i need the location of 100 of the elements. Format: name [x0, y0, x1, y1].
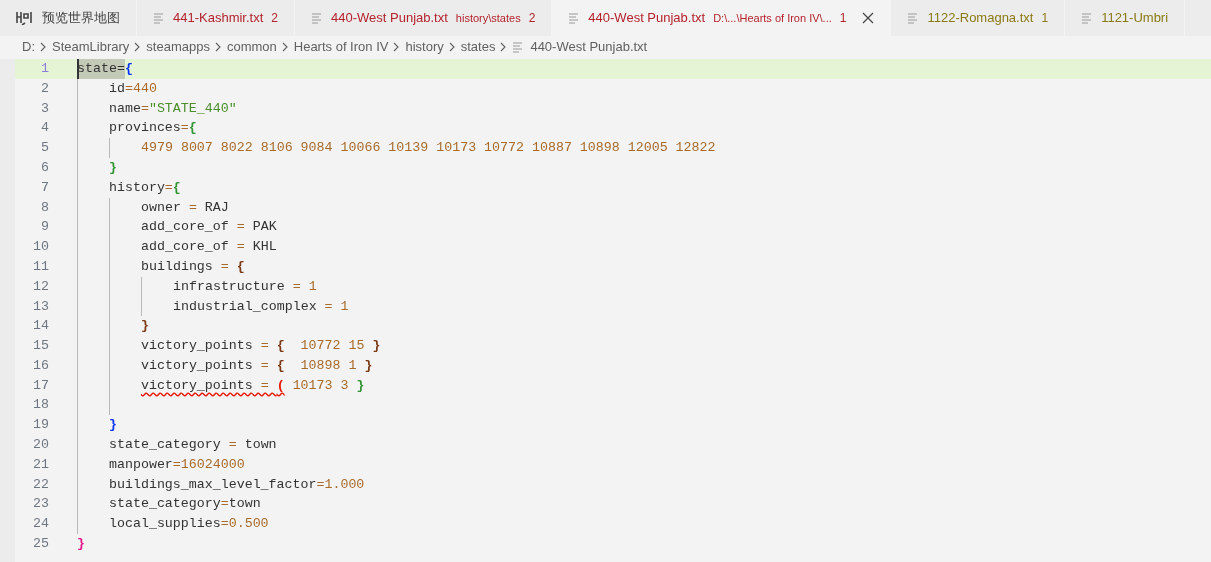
- line-number: 14: [32, 317, 49, 336]
- code-token: =: [259, 376, 270, 395]
- chevron-right-icon: [40, 42, 47, 52]
- code-token: }: [77, 535, 85, 554]
- code-token: =: [259, 337, 270, 356]
- code-token: }: [364, 356, 373, 375]
- code-token: {: [276, 356, 285, 375]
- code-token: history: [109, 178, 165, 197]
- line-number: 6: [40, 158, 49, 177]
- code-token: 16024000: [180, 455, 245, 474]
- code-token: 440: [132, 79, 157, 98]
- breadcrumb-item[interactable]: common: [226, 37, 277, 57]
- code-token: =: [124, 79, 133, 98]
- line-number: 7: [40, 178, 49, 197]
- code-token: buildings: [141, 257, 213, 276]
- code-token: victory_points: [141, 356, 253, 375]
- code-token: 10173 3: [291, 376, 350, 395]
- line-number: 21: [32, 455, 49, 474]
- breadcrumb-item[interactable]: history: [405, 37, 444, 57]
- line-number: 2: [40, 79, 49, 98]
- breadcrumb-item[interactable]: steamapps: [146, 37, 210, 57]
- line-number: 15: [32, 337, 49, 356]
- code-token: 4979 8007 8022 8106 9084 10066 10139 10173 10772 10887 10898 12005 12822: [141, 139, 716, 158]
- code-token: =: [227, 436, 238, 455]
- problem-count: 1: [839, 10, 847, 27]
- code-token: state_category: [109, 495, 221, 514]
- editor-tab[interactable]: 440-West Punjab.txt D:\...\Hearts of Iron IV\... 1: [552, 0, 892, 36]
- chevron-right-icon: [134, 42, 142, 52]
- code-token: add_core_of: [141, 238, 229, 257]
- breadcrumb-item[interactable]: states: [460, 37, 496, 57]
- breadcrumb-item[interactable]: Hearts of Iron IV: [293, 37, 389, 57]
- code-token: =: [219, 257, 230, 276]
- line-number: 19: [32, 416, 49, 435]
- code-token: state=: [77, 58, 125, 79]
- code-token: manpower: [109, 455, 173, 474]
- code-token: infrastructure: [173, 277, 285, 296]
- code-token: =: [235, 218, 246, 237]
- line-number: 13: [32, 297, 49, 316]
- close-icon[interactable]: [862, 12, 875, 24]
- line-number: 4: [40, 119, 49, 138]
- problem-count: 2: [271, 10, 278, 27]
- tab-label: 1122-Romagna.txt: [927, 9, 1034, 28]
- code-token: owner: [141, 198, 181, 217]
- problem-count: 2: [528, 10, 536, 27]
- file-lines-icon: [153, 12, 165, 24]
- chevron-right-icon: [393, 42, 401, 52]
- code-token: RAJ: [204, 198, 229, 217]
- chevron-right-icon: [500, 42, 508, 52]
- line-number: 11: [32, 257, 49, 276]
- tab-label: 441-Kashmir.txt: [173, 9, 264, 28]
- code-token: state_category: [109, 436, 221, 455]
- code-token: 10898 1: [299, 356, 358, 375]
- code-token: =: [220, 515, 229, 534]
- code-token: industrial_complex: [173, 297, 317, 316]
- indent-guide: [109, 138, 110, 158]
- code-token: victory_points: [141, 337, 253, 356]
- line-number: 16: [32, 356, 49, 375]
- code-token: =: [220, 495, 229, 514]
- code-token: =: [291, 277, 302, 296]
- code-token: {: [188, 119, 197, 138]
- code-token: 0.500: [228, 515, 269, 534]
- code-token: =: [180, 119, 189, 138]
- line-number: 3: [40, 99, 49, 118]
- file-lines-icon: [512, 41, 525, 53]
- code-token: =: [323, 297, 334, 316]
- tab-label: 440-West Punjab.txt: [588, 9, 706, 28]
- breadcrumb-item[interactable]: D:: [22, 37, 35, 57]
- chevron-right-icon: [281, 42, 289, 52]
- tab-label: 440-West Punjab.txt: [331, 9, 448, 28]
- code-token: }: [141, 317, 149, 336]
- code-token: 1.000: [324, 475, 365, 494]
- code-token: victory_points: [141, 376, 253, 395]
- file-lines-icon: [311, 12, 323, 24]
- code-token: =: [316, 475, 325, 494]
- file-lines-icon: [1081, 12, 1094, 24]
- code-token: local_supplies: [109, 515, 221, 534]
- code-token: =: [140, 99, 149, 118]
- breadcrumb-item[interactable]: 440-West Punjab.txt: [530, 37, 648, 57]
- file-lines-icon: [907, 12, 920, 24]
- code-token: town: [228, 495, 261, 514]
- tab-label: 预览世界地图: [42, 9, 120, 28]
- code-token: 10772 15: [299, 337, 366, 356]
- code-token: id: [109, 79, 125, 98]
- code-token: town: [244, 436, 277, 455]
- line-number: 18: [32, 396, 49, 415]
- code-token: =: [172, 455, 181, 474]
- code-token: }: [372, 337, 381, 356]
- code-token: }: [109, 416, 117, 435]
- code-token: =: [235, 238, 246, 257]
- code-token: 1: [340, 297, 349, 316]
- code-token: }: [356, 376, 365, 395]
- code-token: {: [276, 337, 285, 356]
- line-number: 25: [32, 535, 49, 554]
- code-token: {: [172, 178, 181, 197]
- problem-count: 1: [1041, 10, 1049, 27]
- tab-description: D:\...\Hearts of Iron IV\...: [713, 10, 832, 26]
- chevron-right-icon: [448, 42, 456, 52]
- code-token: provinces: [109, 119, 181, 138]
- line-number: 10: [32, 238, 49, 257]
- breadcrumb-item[interactable]: SteamLibrary: [52, 37, 130, 57]
